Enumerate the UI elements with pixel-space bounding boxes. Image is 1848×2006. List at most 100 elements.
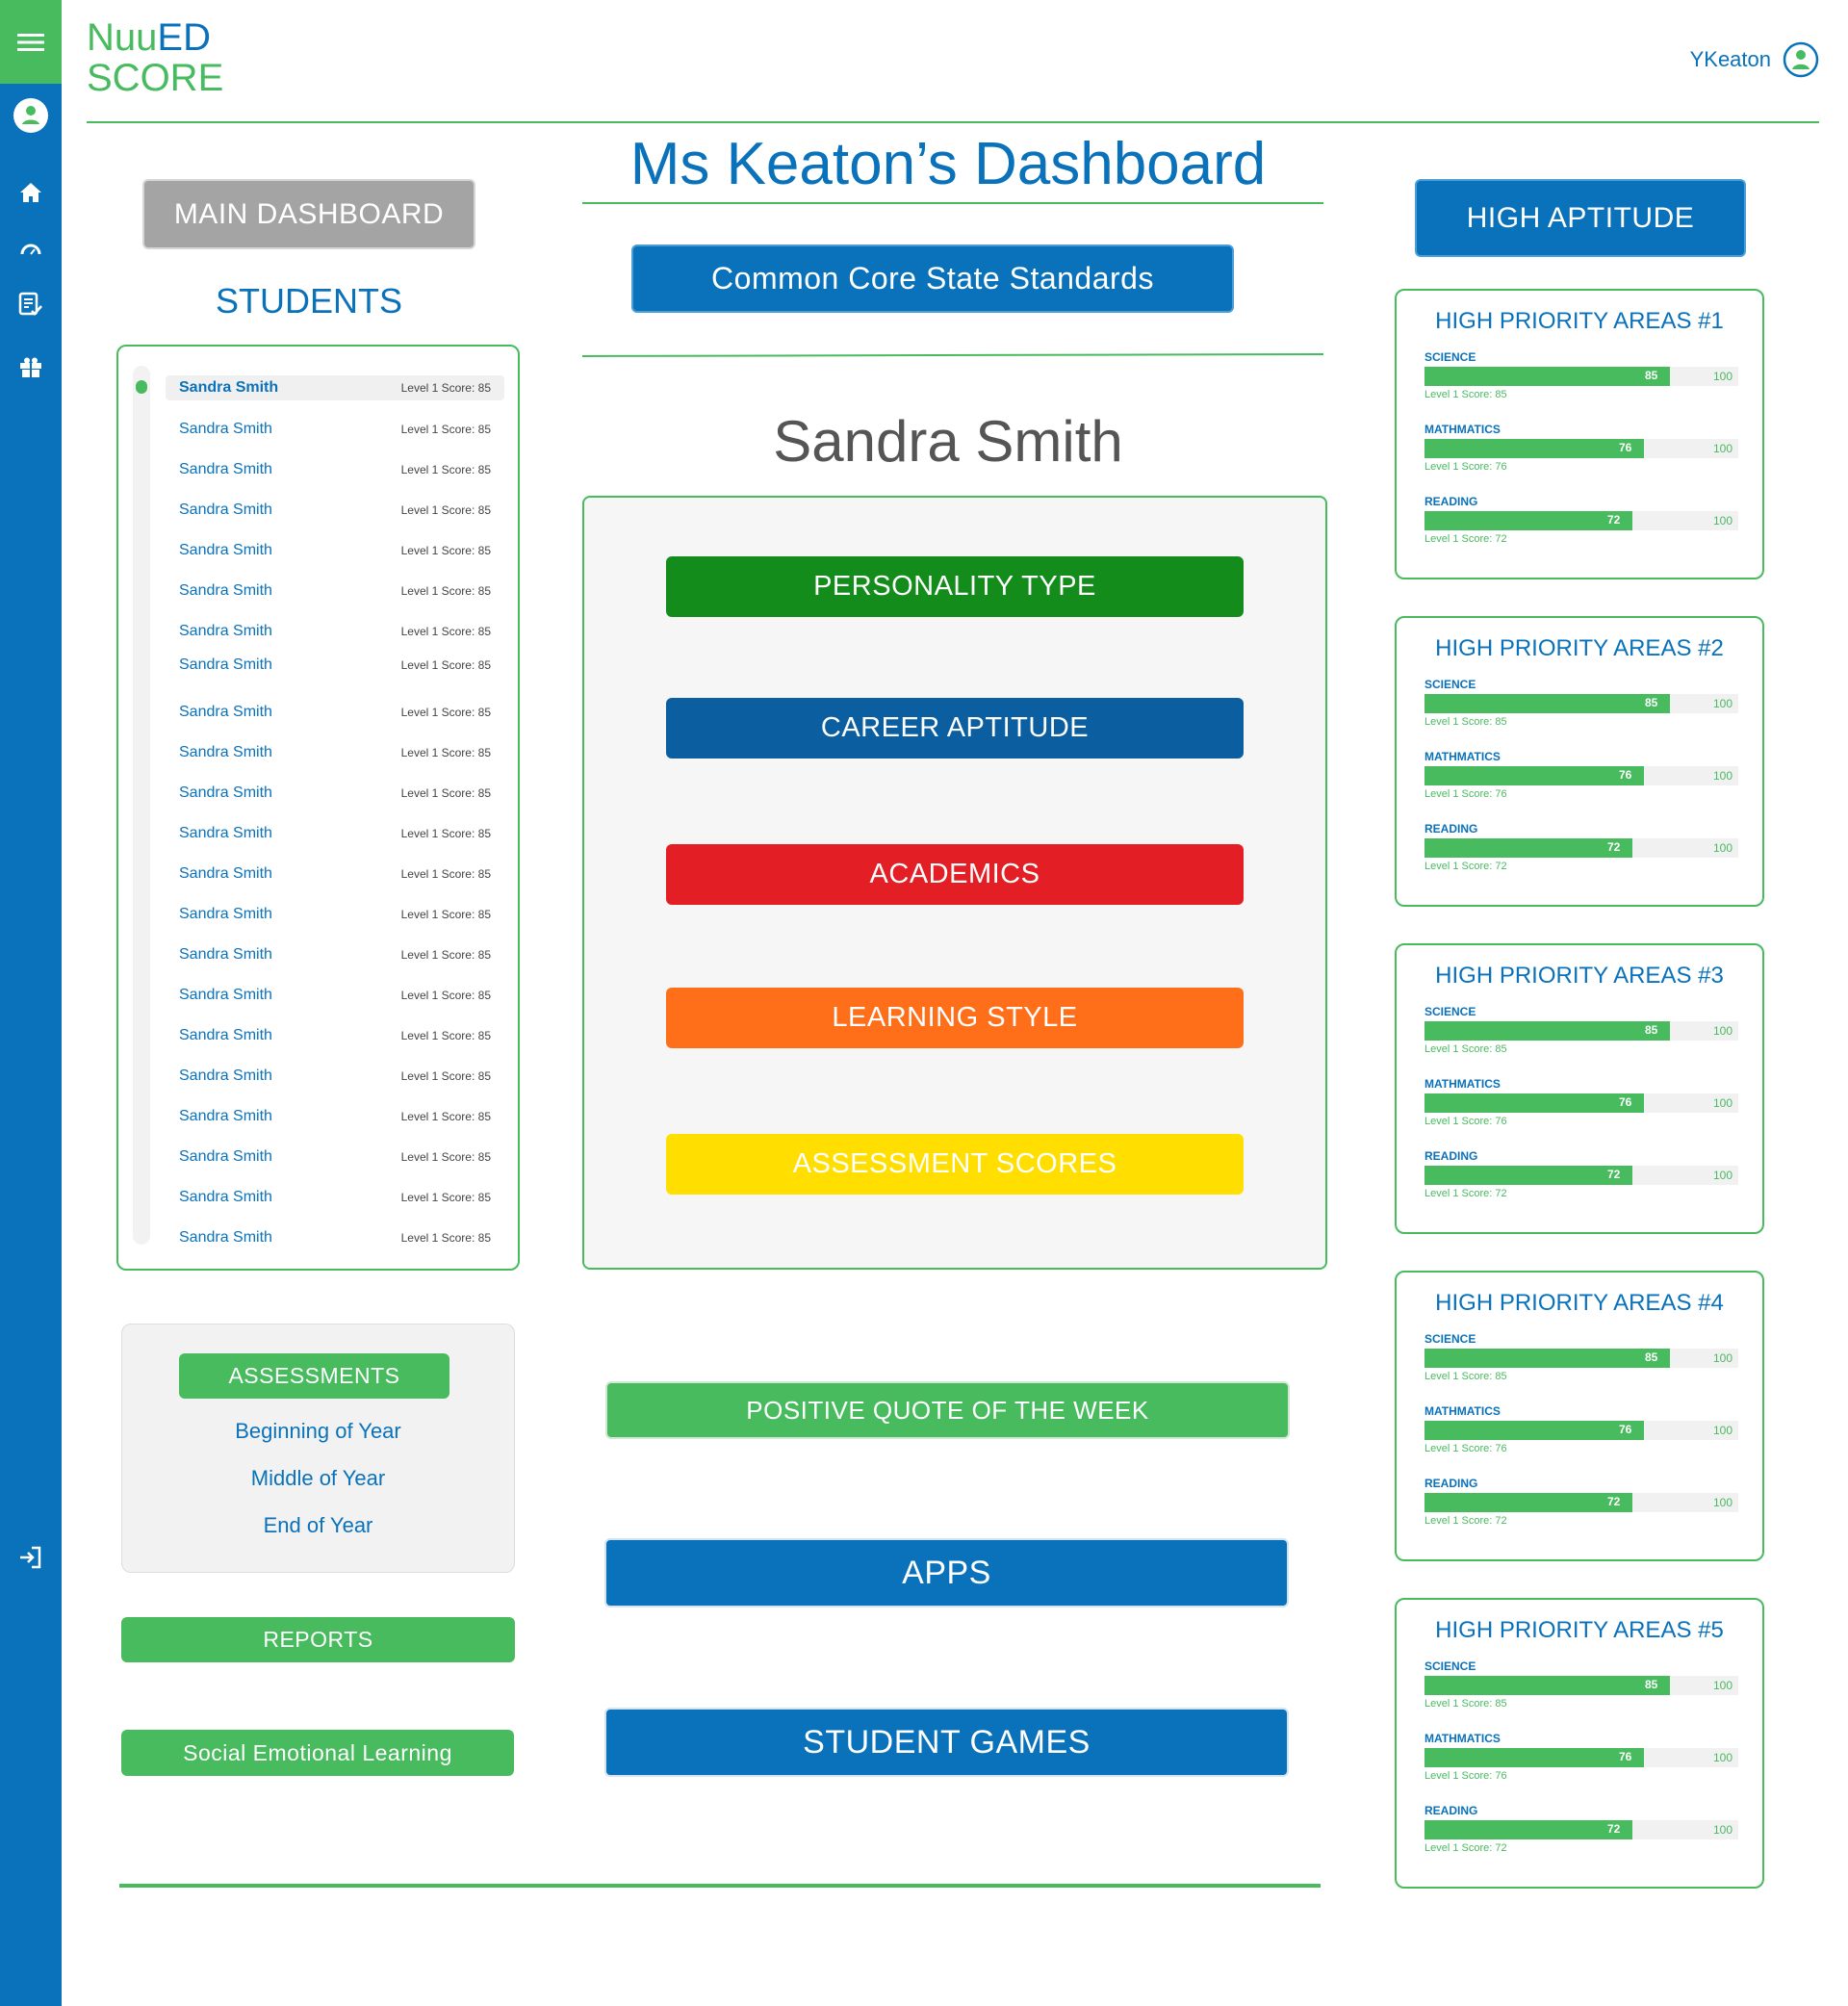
- score-bar-fill: 72: [1424, 1166, 1632, 1185]
- home-icon: [20, 183, 41, 202]
- subject-level-score: Level 1 Score: 85: [1424, 1371, 1507, 1382]
- student-row[interactable]: Sandra Smith Level 1 Score: 85: [166, 942, 504, 967]
- gauge-button[interactable]: [0, 229, 62, 268]
- logo-text-a: Nuu: [87, 16, 158, 59]
- positive-quote-button[interactable]: POSITIVE QUOTE OF THE WEEK: [605, 1381, 1290, 1439]
- student-name: Sandra Smith: [179, 379, 279, 396]
- high-aptitude-button[interactable]: HIGH APTITUDE: [1415, 179, 1746, 257]
- student-row[interactable]: Sandra Smith Level 1 Score: 85: [166, 1023, 504, 1048]
- student-name: Sandra Smith: [179, 656, 272, 673]
- student-name: Sandra Smith: [179, 906, 272, 922]
- students-scrollbar[interactable]: [133, 366, 150, 1245]
- score-bar: 85 100: [1424, 694, 1738, 713]
- assessments-nav-button[interactable]: [0, 285, 62, 323]
- score-bar: 76 100: [1424, 766, 1738, 785]
- score-bar-fill: 85: [1424, 1676, 1670, 1695]
- student-score: Level 1 Score: 85: [400, 1029, 491, 1042]
- student-row[interactable]: Sandra Smith Level 1 Score: 85: [166, 457, 504, 482]
- score-max: 100: [1712, 442, 1732, 455]
- common-core-button[interactable]: Common Core State Standards: [631, 244, 1234, 313]
- menu-button[interactable]: [0, 0, 62, 84]
- subject-level-score: Level 1 Score: 76: [1424, 1770, 1507, 1782]
- student-row[interactable]: Sandra Smith Level 1 Score: 85: [166, 902, 504, 927]
- student-name: Sandra Smith: [179, 1027, 272, 1043]
- link-end-of-year[interactable]: End of Year: [121, 1513, 515, 1538]
- student-row[interactable]: Sandra Smith Level 1 Score: 85: [166, 983, 504, 1008]
- app-logo[interactable]: NuuED SCORE: [87, 17, 223, 98]
- high-priority-area-card: HIGH PRIORITY AREAS #3 SCIENCE 85 100 Level …: [1395, 943, 1764, 1234]
- student-row[interactable]: Sandra Smith Level 1 Score: 85: [166, 619, 504, 644]
- student-row[interactable]: Sandra Smith Level 1 Score: 85: [166, 498, 504, 523]
- student-row[interactable]: Sandra Smith Level 1 Score: 85: [166, 862, 504, 887]
- score-value: 85: [1645, 369, 1658, 382]
- student-row[interactable]: Sandra Smith Level 1 Score: 85: [166, 781, 504, 806]
- profile-button[interactable]: [0, 96, 62, 135]
- learning-style-button[interactable]: LEARNING STYLE: [666, 988, 1244, 1048]
- student-row[interactable]: Sandra Smith Level 1 Score: 85: [166, 740, 504, 765]
- student-row[interactable]: Sandra Smith Level 1 Score: 85: [166, 1144, 504, 1170]
- student-row[interactable]: Sandra Smith Level 1 Score: 85: [166, 1064, 504, 1089]
- scrollbar-thumb[interactable]: [136, 380, 147, 394]
- subject-level-score: Level 1 Score: 72: [1424, 861, 1507, 872]
- student-row[interactable]: Sandra Smith Level 1 Score: 85: [166, 1225, 504, 1250]
- student-name: Sandra Smith: [179, 1229, 272, 1246]
- subject-label: MATHMATICS: [1424, 1404, 1501, 1418]
- rewards-button[interactable]: [0, 348, 62, 387]
- student-name: Sandra Smith: [179, 946, 272, 963]
- assessments-button[interactable]: ASSESSMENTS: [179, 1353, 449, 1399]
- home-button[interactable]: [0, 173, 62, 212]
- score-max: 100: [1712, 1024, 1732, 1038]
- student-games-button[interactable]: STUDENT GAMES: [604, 1708, 1289, 1777]
- link-beginning-of-year[interactable]: Beginning of Year: [121, 1419, 515, 1444]
- score-value: 72: [1607, 840, 1621, 854]
- apps-button[interactable]: APPS: [604, 1538, 1289, 1607]
- student-score: Level 1 Score: 85: [400, 658, 491, 672]
- score-max: 100: [1712, 1496, 1732, 1509]
- student-row[interactable]: Sandra Smith Level 1 Score: 85: [166, 700, 504, 725]
- logout-button[interactable]: [0, 1538, 62, 1577]
- subject-level-score: Level 1 Score: 85: [1424, 716, 1507, 728]
- subject-level-score: Level 1 Score: 72: [1424, 1842, 1507, 1854]
- score-bar-fill: 85: [1424, 367, 1670, 386]
- score-value: 76: [1619, 1750, 1632, 1763]
- personality-type-button[interactable]: PERSONALITY TYPE: [666, 556, 1244, 617]
- score-bar-fill: 72: [1424, 838, 1632, 858]
- area-title: HIGH PRIORITY AREAS #2: [1435, 635, 1724, 661]
- student-row[interactable]: Sandra Smith Level 1 Score: 85: [166, 1104, 504, 1129]
- header-divider: [87, 121, 1819, 123]
- student-score: Level 1 Score: 85: [400, 1191, 491, 1204]
- subject-label: MATHMATICS: [1424, 423, 1501, 436]
- subject-label: READING: [1424, 822, 1478, 836]
- student-row[interactable]: Sandra Smith Level 1 Score: 85: [166, 821, 504, 846]
- score-bar: 85 100: [1424, 1676, 1738, 1695]
- score-bar: 85 100: [1424, 1349, 1738, 1368]
- student-row[interactable]: Sandra Smith Level 1 Score: 85: [166, 417, 504, 442]
- user-menu[interactable]: YKeaton: [1690, 41, 1819, 78]
- student-name: Sandra Smith: [179, 784, 272, 801]
- student-score: Level 1 Score: 85: [400, 786, 491, 800]
- student-row[interactable]: Sandra Smith Level 1 Score: 85: [166, 375, 504, 400]
- score-max: 100: [1712, 1751, 1732, 1764]
- area-title: HIGH PRIORITY AREAS #5: [1435, 1617, 1724, 1643]
- subject-level-score: Level 1 Score: 76: [1424, 1116, 1507, 1127]
- career-aptitude-button[interactable]: CAREER APTITUDE: [666, 698, 1244, 759]
- sel-button[interactable]: Social Emotional Learning: [121, 1730, 514, 1776]
- link-middle-of-year[interactable]: Middle of Year: [121, 1466, 515, 1491]
- main-dashboard-button[interactable]: MAIN DASHBOARD: [142, 179, 475, 249]
- score-bar-fill: 72: [1424, 1493, 1632, 1512]
- assessment-scores-button[interactable]: ASSESSMENT SCORES: [666, 1134, 1244, 1195]
- student-row[interactable]: Sandra Smith Level 1 Score: 85: [166, 538, 504, 563]
- reports-button[interactable]: REPORTS: [121, 1617, 515, 1662]
- score-value: 85: [1645, 1350, 1658, 1364]
- student-score: Level 1 Score: 85: [400, 1150, 491, 1164]
- student-row[interactable]: Sandra Smith Level 1 Score: 85: [166, 653, 504, 678]
- student-row[interactable]: Sandra Smith Level 1 Score: 85: [166, 579, 504, 604]
- student-row[interactable]: Sandra Smith Level 1 Score: 85: [166, 1185, 504, 1210]
- area-title: HIGH PRIORITY AREAS #4: [1435, 1290, 1724, 1316]
- score-max: 100: [1712, 370, 1732, 383]
- subject-level-score: Level 1 Score: 76: [1424, 461, 1507, 473]
- student-score: Level 1 Score: 85: [400, 625, 491, 638]
- score-max: 100: [1712, 1424, 1732, 1437]
- subject-label: MATHMATICS: [1424, 1077, 1501, 1091]
- academics-button[interactable]: ACADEMICS: [666, 844, 1244, 905]
